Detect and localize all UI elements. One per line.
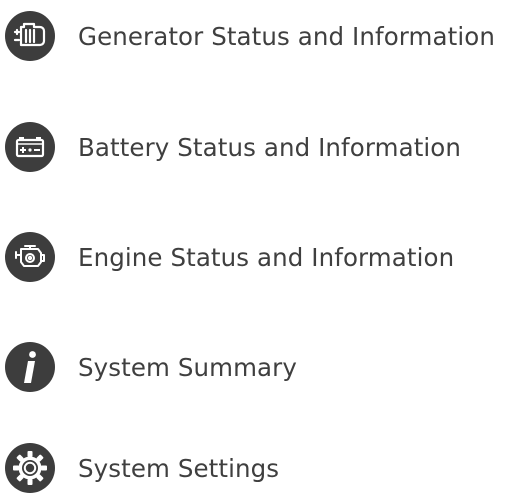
main-menu: Generator Status and Information Battery… <box>0 0 531 493</box>
menu-item-system-summary[interactable]: System Summary <box>4 339 529 395</box>
menu-item-battery-status[interactable]: Battery Status and Information <box>4 119 529 175</box>
menu-item-label: System Summary <box>78 352 297 382</box>
menu-item-label: Engine Status and Information <box>78 242 455 272</box>
menu-item-label: Battery Status and Information <box>78 132 462 162</box>
menu-item-generator-status[interactable]: Generator Status and Information <box>4 8 529 64</box>
menu-item-label: System Settings <box>78 453 280 483</box>
battery-icon <box>4 121 56 173</box>
menu-item-engine-status[interactable]: Engine Status and Information <box>4 229 529 285</box>
info-icon <box>4 341 56 393</box>
menu-item-label: Generator Status and Information <box>78 21 495 51</box>
menu-item-system-settings[interactable]: System Settings <box>4 440 529 496</box>
engine-icon <box>4 231 56 283</box>
generator-icon <box>4 10 56 62</box>
gear-icon <box>4 442 56 494</box>
